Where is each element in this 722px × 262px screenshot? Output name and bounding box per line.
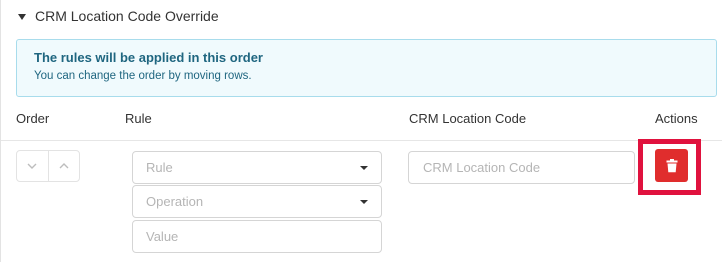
crm-location-code-input[interactable]: CRM Location Code [408,151,635,184]
operation-select-placeholder: Operation [146,194,204,209]
caret-down-icon[interactable] [18,13,26,20]
dropdown-arrow-icon [360,200,368,204]
operation-select[interactable]: Operation [132,185,382,218]
delete-row-button[interactable] [655,149,688,182]
column-header-rule: Rule [125,111,152,126]
move-up-button[interactable] [47,151,80,181]
section-title: CRM Location Code Override [35,8,219,24]
chevron-down-icon [27,163,37,169]
info-alert: The rules will be applied in this order … [16,39,717,97]
crm-location-code-placeholder: CRM Location Code [423,160,541,175]
column-header-order: Order [16,111,50,126]
value-input[interactable]: Value [132,220,382,253]
column-header-crm-location-code: CRM Location Code [409,111,527,126]
panel-left-border [0,0,1,262]
trash-icon [666,158,677,172]
rule-select-placeholder: Rule [146,160,173,175]
value-input-placeholder: Value [146,229,179,244]
column-header-actions: Actions [655,111,698,126]
chevron-up-icon [59,163,69,169]
dropdown-arrow-icon [360,166,368,170]
header-divider [1,140,722,141]
info-subtitle: You can change the order by moving rows. [34,70,252,82]
move-down-button[interactable] [17,151,48,181]
rule-select[interactable]: Rule [132,151,382,184]
info-title: The rules will be applied in this order [34,50,263,65]
order-button-group [16,150,80,182]
section-header-toggle[interactable]: CRM Location Code Override [18,6,219,26]
